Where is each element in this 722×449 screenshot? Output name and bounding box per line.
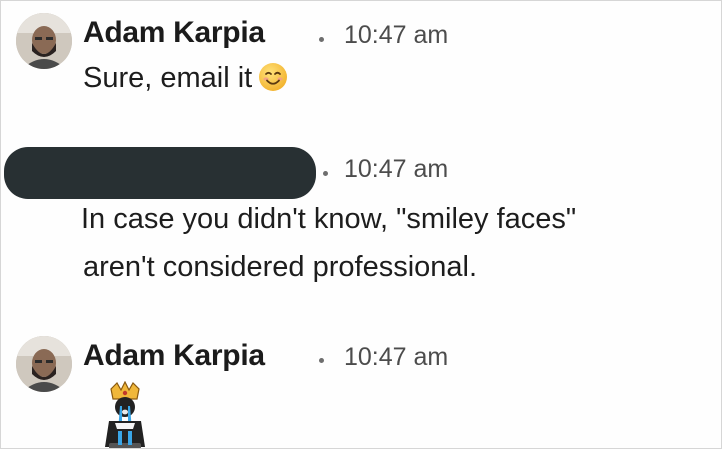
timestamp: 10:47 am bbox=[344, 21, 449, 49]
message-text-line-1: In case you didn't know, "smiley faces" bbox=[81, 203, 577, 235]
message-text: Sure, email it bbox=[83, 56, 288, 105]
sender-name[interactable]: Adam Karpia bbox=[83, 339, 265, 373]
separator-dot bbox=[323, 171, 328, 176]
chat-thread: Adam Karpia 10:47 am Sure, email it 10:4… bbox=[0, 0, 722, 449]
avatar[interactable] bbox=[16, 336, 72, 392]
timestamp: 10:47 am bbox=[344, 343, 449, 371]
avatar-photo bbox=[16, 13, 72, 69]
message-text-content: Sure, email it bbox=[83, 62, 253, 94]
crying-king-emoji bbox=[99, 380, 151, 448]
message-3: Adam Karpia 10:47 am bbox=[1, 326, 721, 448]
separator-dot bbox=[319, 358, 324, 363]
timestamp: 10:47 am bbox=[344, 155, 449, 183]
message-1: Adam Karpia 10:47 am Sure, email it bbox=[1, 1, 721, 111]
message-2: 10:47 am In case you didn't know, "smile… bbox=[1, 141, 721, 301]
smiling-face-emoji bbox=[258, 61, 288, 105]
redacted-sender-bar bbox=[4, 147, 316, 199]
avatar-photo bbox=[16, 336, 72, 392]
sender-name[interactable]: Adam Karpia bbox=[83, 16, 265, 50]
message-text-line-2: aren't considered professional. bbox=[83, 251, 478, 283]
avatar[interactable] bbox=[16, 13, 72, 69]
separator-dot bbox=[319, 37, 324, 42]
